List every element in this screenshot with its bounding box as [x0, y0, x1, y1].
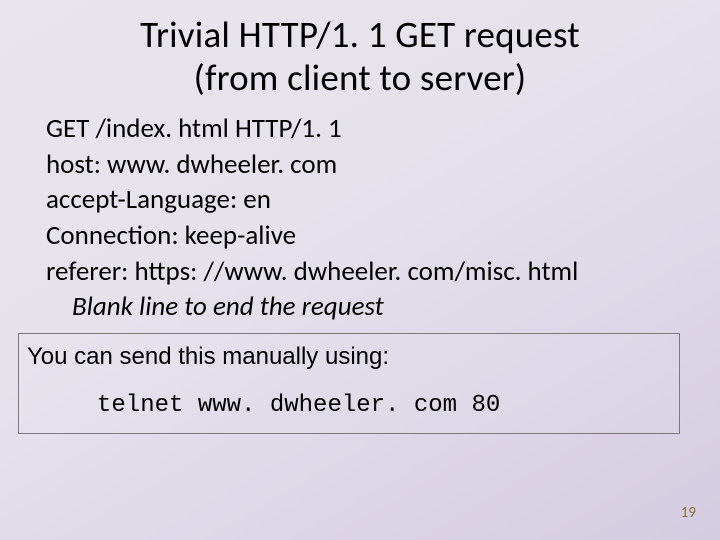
title-line-2: (from client to server): [0, 57, 720, 100]
request-line-3: accept-Language: en: [46, 182, 682, 218]
slide-body: GET /index. html HTTP/1. 1 host: www. dw…: [0, 99, 720, 325]
request-line-1: GET /index. html HTTP/1. 1: [46, 111, 682, 147]
request-line-6: Blank line to end the request: [46, 289, 682, 325]
note-box: You can send this manually using: telnet…: [18, 333, 680, 435]
telnet-command: telnet www. dwheeler. com 80: [27, 375, 671, 424]
request-line-2: host: www. dwheeler. com: [46, 147, 682, 183]
note-intro: You can send this manually using:: [27, 340, 671, 375]
title-line-1: Trivial HTTP/1. 1 GET request: [0, 14, 720, 57]
slide-title: Trivial HTTP/1. 1 GET request (from clie…: [0, 0, 720, 99]
request-line-4: Connection: keep-alive: [46, 218, 682, 254]
request-line-5: referer: https: //www. dwheeler. com/mis…: [46, 254, 682, 290]
slide: Trivial HTTP/1. 1 GET request (from clie…: [0, 0, 720, 540]
page-number: 19: [681, 504, 696, 522]
